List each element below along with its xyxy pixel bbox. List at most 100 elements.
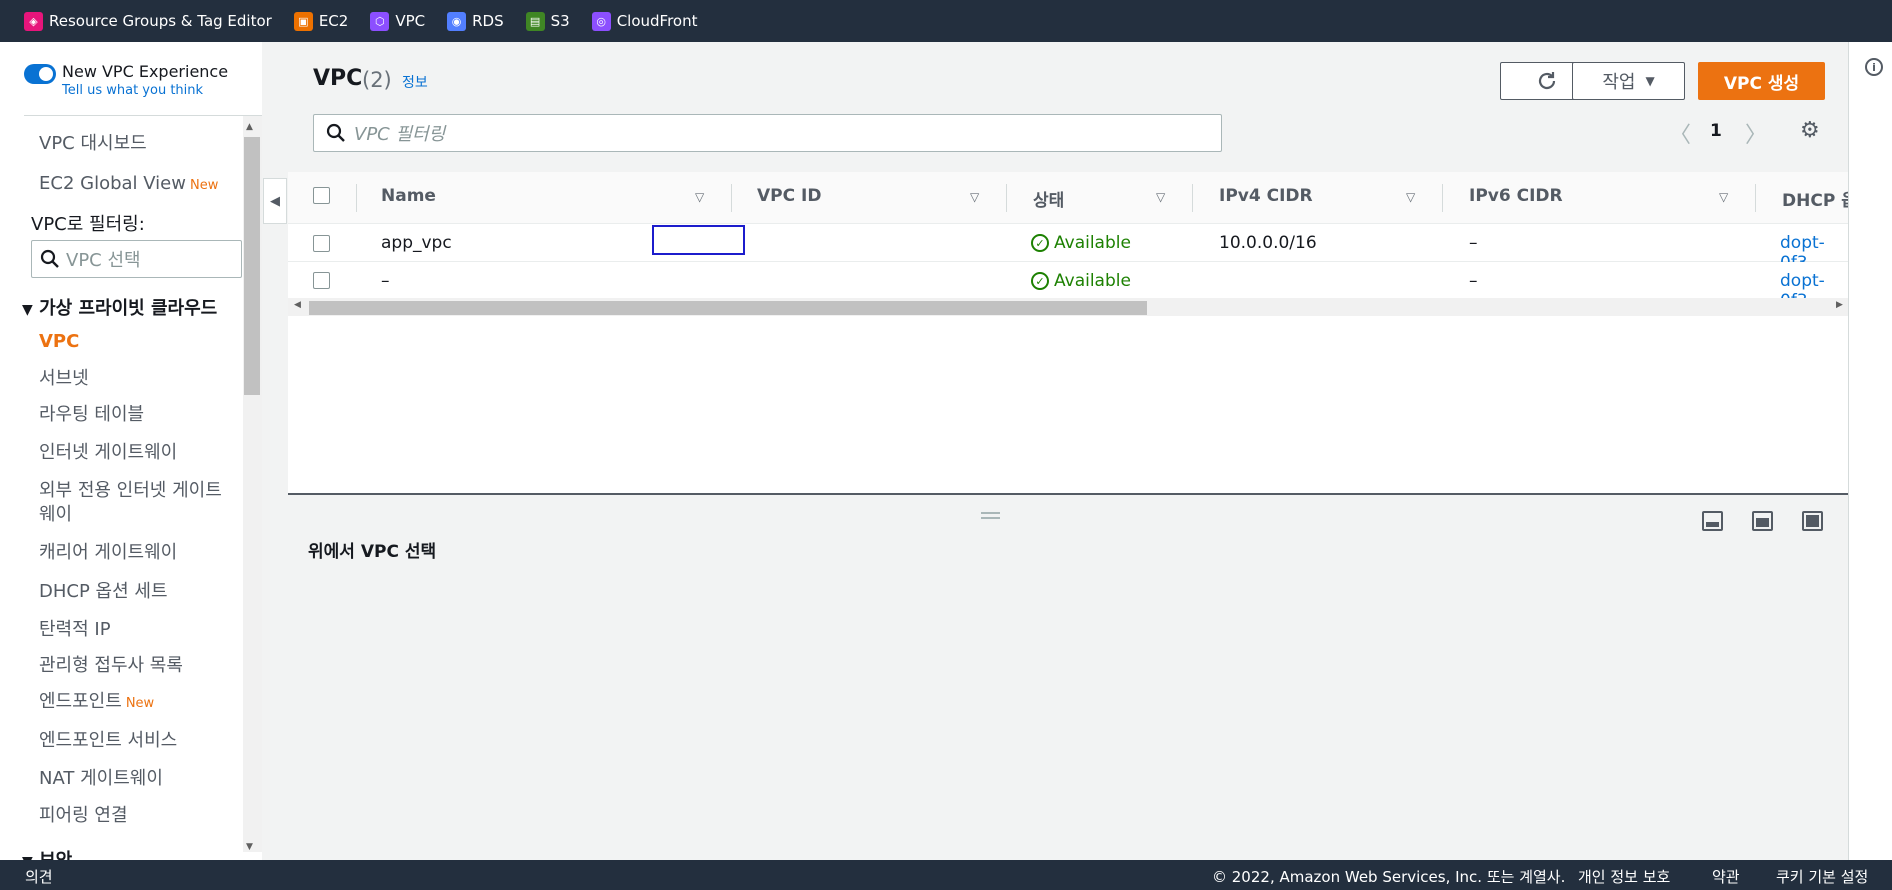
vpc-select-input[interactable]: VPC 선택 — [31, 240, 242, 278]
service-resource-groups[interactable]: ◈ Resource Groups & Tag Editor — [24, 11, 272, 31]
vpc-filter-label: VPC로 필터링: — [31, 214, 145, 235]
scroll-right-arrow-icon[interactable]: ▶ — [1836, 300, 1843, 310]
column-separator — [731, 184, 732, 212]
resource-groups-icon: ◈ — [24, 11, 43, 31]
cell-name[interactable]: – — [381, 271, 390, 291]
service-vpc[interactable]: ⬡ VPC — [370, 11, 426, 31]
new-badge: New — [189, 178, 219, 193]
row-checkbox[interactable] — [313, 235, 330, 252]
column-status[interactable]: 상태 — [1033, 186, 1064, 211]
service-cloudfront[interactable]: ◎ CloudFront — [591, 11, 697, 31]
footer: 의견 © 2022, Amazon Web Services, Inc. 또는 … — [0, 860, 1892, 890]
sidebar-item-managed-prefix-lists[interactable]: 관리형 접두사 목록 — [39, 654, 183, 678]
sort-icon[interactable]: ▽ — [1406, 190, 1415, 204]
table-row[interactable]: app_vpc ✓ Available 10.0.0.0/16 – dopt-0… — [288, 224, 1848, 273]
new-vpc-experience-toggle-row: New VPC Experience Tell us what you thin… — [24, 62, 228, 98]
sidebar-item-peering-connections[interactable]: 피어링 연결 — [39, 804, 128, 828]
column-ipv6-cidr[interactable]: IPv6 CIDR — [1469, 186, 1563, 206]
scroll-up-arrow-icon[interactable]: ▲ — [246, 122, 253, 132]
privacy-link[interactable]: 개인 정보 보호 — [1578, 866, 1670, 887]
sidebar-item-subnets[interactable]: 서브넷 — [39, 367, 89, 391]
table-header: Name ▽ VPC ID ▽ 상태 ▽ IPv4 CIDR ▽ IPv6 CI… — [288, 172, 1848, 224]
caret-down-icon: ▼ — [22, 302, 33, 318]
sidebar-item-egress-only-gateways-cont[interactable]: 웨이 — [39, 503, 72, 527]
cell-name[interactable]: app_vpc — [381, 233, 452, 253]
column-ipv4-cidr[interactable]: IPv4 CIDR — [1219, 186, 1313, 206]
column-vpc-id[interactable]: VPC ID — [757, 186, 821, 206]
info-link[interactable]: 정보 — [402, 72, 428, 92]
gear-icon[interactable]: ⚙ — [1800, 118, 1820, 143]
terms-link[interactable]: 약관 — [1712, 866, 1740, 887]
vpc-search-input[interactable]: VPC 필터링 — [313, 114, 1222, 152]
new-vpc-experience-toggle[interactable] — [24, 64, 56, 84]
search-icon — [40, 249, 59, 268]
check-circle-icon: ✓ — [1031, 234, 1049, 252]
sidebar-item-dhcp-options[interactable]: DHCP 옵션 세트 — [39, 580, 168, 604]
column-dhcp-options[interactable]: DHCP 옵 — [1782, 186, 1848, 211]
next-page-icon[interactable]: 〉 — [1745, 117, 1767, 149]
caret-down-icon: ▼ — [1645, 74, 1655, 88]
row-checkbox[interactable] — [313, 272, 330, 289]
sort-icon[interactable]: ▽ — [1156, 190, 1165, 204]
sidebar-item-endpoints[interactable]: 엔드포인트 New — [39, 690, 154, 716]
select-all-checkbox[interactable] — [313, 187, 330, 204]
vpc-icon: ⬡ — [370, 11, 390, 31]
detail-panel-title: 위에서 VPC 선택 — [308, 542, 437, 562]
actions-button[interactable]: 작업 ▼ — [1572, 62, 1685, 100]
table-row[interactable]: – ✓ Available – dopt-0f3 — [288, 262, 1848, 311]
table-scroll-thumb[interactable] — [309, 301, 1147, 315]
new-badge: New — [125, 696, 155, 711]
sidebar-scroll-thumb[interactable] — [244, 137, 260, 395]
panel-full-icon[interactable] — [1802, 511, 1823, 531]
sidebar: New VPC Experience Tell us what you thin… — [0, 42, 262, 860]
cell-status: ✓ Available — [1031, 233, 1131, 253]
status-label: Available — [1054, 233, 1131, 253]
tools-panel-rail — [1848, 42, 1892, 860]
service-label: RDS — [472, 12, 504, 30]
sidebar-item-ec2-global-view[interactable]: EC2 Global View New — [39, 172, 218, 198]
cookie-preferences-link[interactable]: 쿠키 기본 설정 — [1776, 866, 1868, 887]
panel-bottom-medium-icon[interactable] — [1752, 511, 1773, 531]
section-label: 보안 — [39, 850, 72, 860]
sidebar-item-internet-gateways[interactable]: 인터넷 게이트웨이 — [39, 441, 177, 465]
sidebar-item-route-tables[interactable]: 라우팅 테이블 — [39, 403, 144, 427]
table-horizontal-scrollbar[interactable]: ◀ ▶ — [288, 298, 1848, 316]
sidebar-item-vpc-dashboard[interactable]: VPC 대시보드 — [39, 132, 147, 156]
collapse-sidebar-button[interactable]: ◀ — [263, 178, 287, 224]
sort-icon[interactable]: ▽ — [695, 190, 704, 204]
column-separator — [1755, 184, 1756, 212]
sidebar-item-carrier-gateways[interactable]: 캐리어 게이트웨이 — [39, 541, 177, 565]
service-label: VPC — [395, 12, 426, 30]
sidebar-item-elastic-ips[interactable]: 탄력적 IP — [39, 618, 111, 642]
column-name[interactable]: Name — [381, 186, 436, 206]
create-vpc-button[interactable]: VPC 생성 — [1698, 62, 1825, 100]
section-security[interactable]: ▼ 보안 — [22, 846, 72, 860]
sidebar-item-nat-gateways[interactable]: NAT 게이트웨이 — [39, 767, 163, 791]
vpc-count: (2) — [362, 68, 392, 92]
previous-page-icon[interactable]: 〈 — [1669, 117, 1691, 149]
feedback-button[interactable]: 의견 — [25, 866, 53, 887]
top-service-bar: ◈ Resource Groups & Tag Editor ▣ EC2 ⬡ V… — [0, 0, 1892, 42]
scroll-down-arrow-icon[interactable]: ▼ — [246, 842, 253, 852]
check-circle-icon: ✓ — [1031, 272, 1049, 290]
split-panel-divider — [288, 493, 1848, 495]
status-label: Available — [1054, 271, 1131, 291]
scroll-left-arrow-icon[interactable]: ◀ — [294, 300, 301, 310]
service-rds[interactable]: ◉ RDS — [447, 11, 504, 31]
sort-icon[interactable]: ▽ — [1719, 190, 1728, 204]
service-s3[interactable]: ▤ S3 — [525, 11, 570, 31]
service-ec2[interactable]: ▣ EC2 — [293, 11, 348, 31]
page-number[interactable]: 1 — [1710, 121, 1722, 141]
resize-handle-icon[interactable] — [981, 512, 1000, 519]
section-virtual-private-cloud[interactable]: ▼ 가상 프라이빗 클라우드 — [22, 294, 217, 320]
search-placeholder: VPC 필터링 — [354, 124, 446, 145]
s3-icon: ▤ — [525, 11, 545, 31]
sidebar-item-endpoint-services[interactable]: 엔드포인트 서비스 — [39, 729, 177, 753]
feedback-link[interactable]: Tell us what you think — [62, 83, 228, 98]
sidebar-item-vpc[interactable]: VPC — [39, 330, 79, 354]
panel-bottom-small-icon[interactable] — [1702, 511, 1723, 531]
info-icon[interactable]: i — [1865, 58, 1883, 76]
section-label: 가상 프라이빗 클라우드 — [39, 298, 218, 319]
sidebar-item-egress-only-gateways[interactable]: 외부 전용 인터넷 게이트 — [39, 479, 222, 503]
sort-icon[interactable]: ▽ — [970, 190, 979, 204]
